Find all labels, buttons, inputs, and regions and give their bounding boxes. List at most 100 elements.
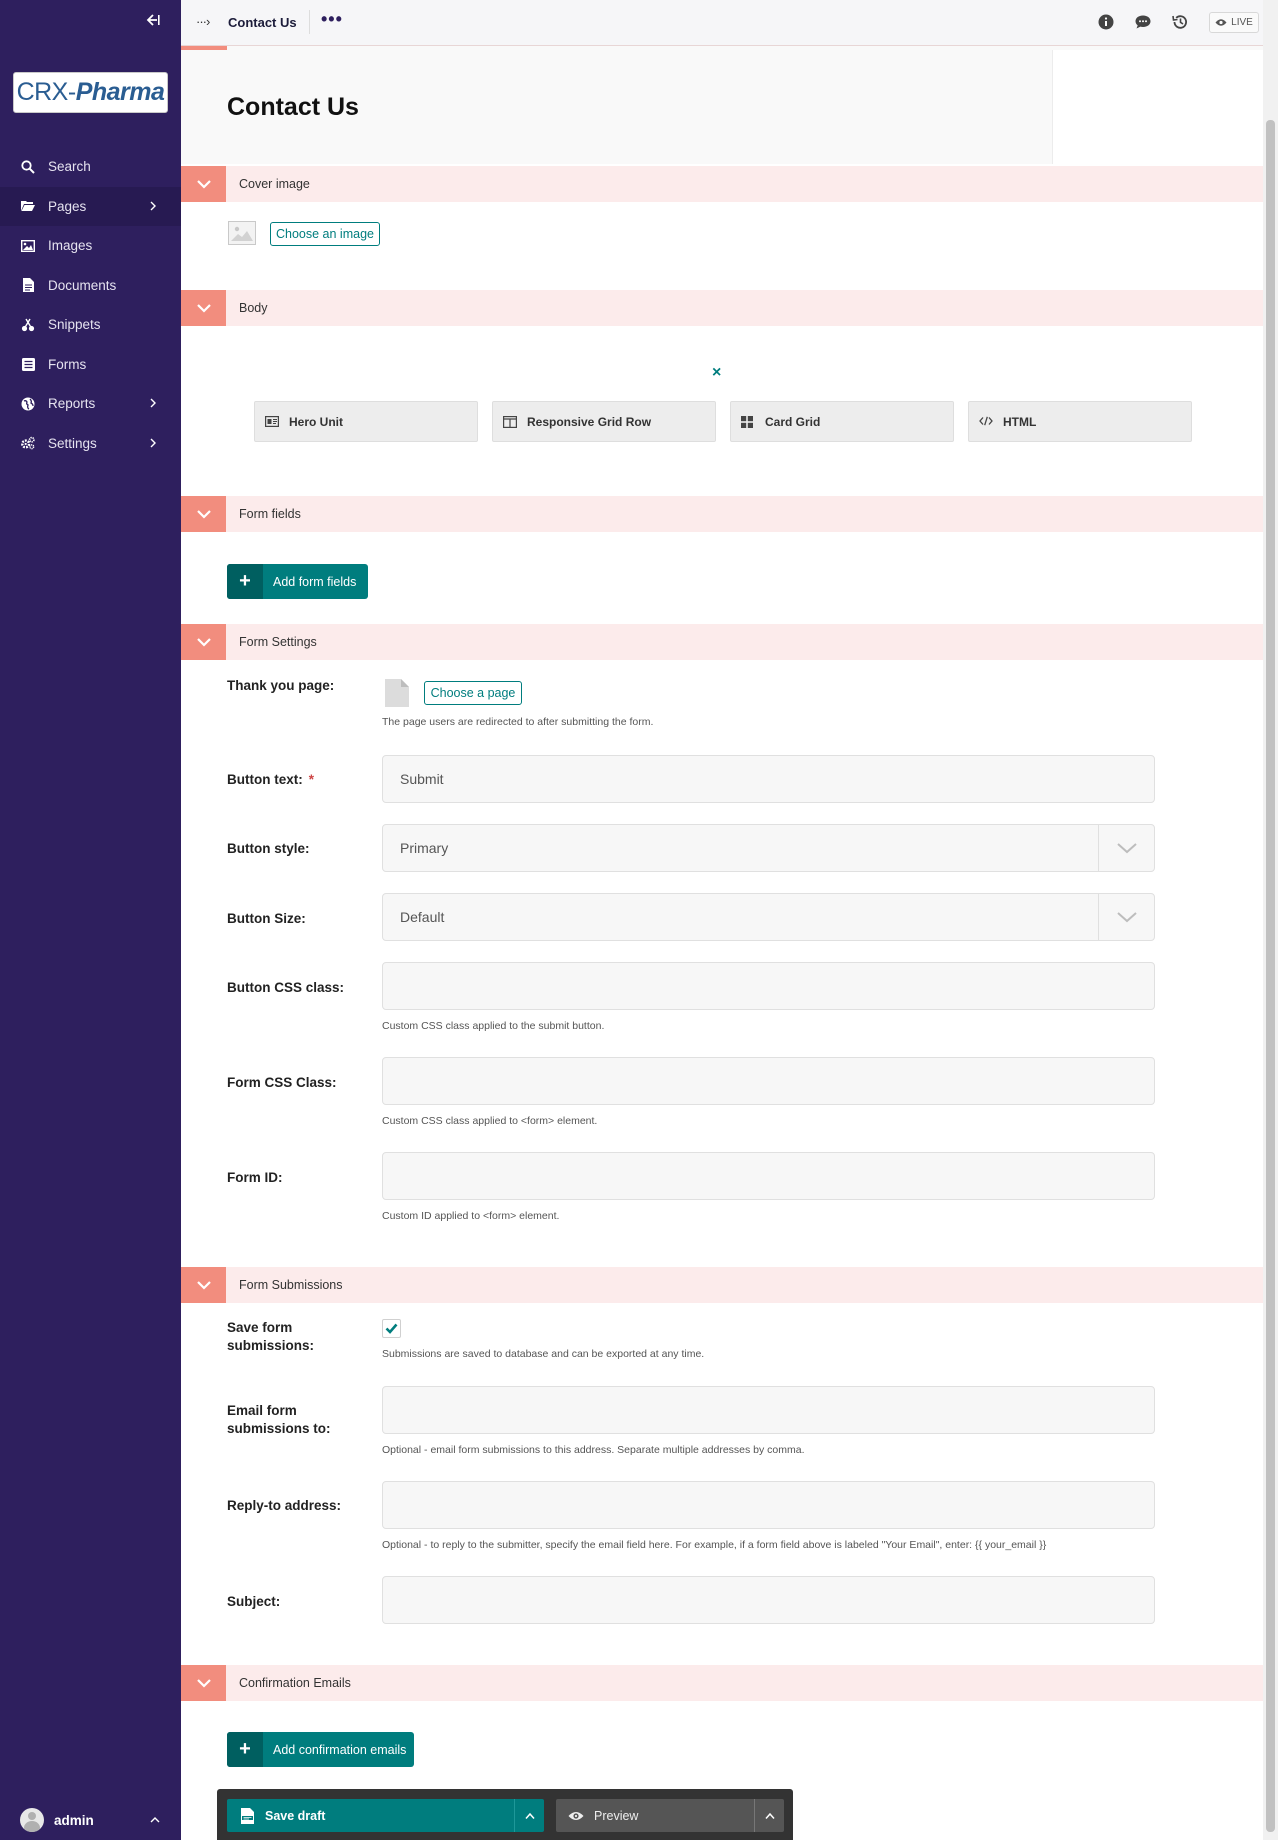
section-cover-image[interactable]: Cover image — [181, 166, 1263, 202]
save-submissions-label: Save form submissions: — [227, 1320, 315, 1353]
button-css-help-text: Custom CSS class applied to the submit b… — [382, 1020, 605, 1032]
more-actions-icon[interactable]: ••• — [321, 9, 343, 30]
plus-icon: + — [227, 1732, 263, 1767]
main-nav: Search Pages Images Documents Snippets F… — [0, 147, 181, 463]
add-block-hero-unit[interactable]: Hero Unit — [254, 401, 478, 442]
choose-image-button[interactable]: Choose an image — [270, 222, 380, 246]
add-block-html[interactable]: HTML — [968, 401, 1192, 442]
section-title: Form fields — [239, 507, 301, 521]
section-body[interactable]: Body — [181, 290, 1263, 326]
folder-open-icon — [21, 199, 35, 213]
section-form-fields[interactable]: Form fields — [181, 496, 1263, 532]
cogs-icon — [21, 436, 35, 450]
form-css-class-input[interactable] — [382, 1057, 1155, 1105]
save-submissions-help-text: Submissions are saved to database and ca… — [382, 1348, 705, 1360]
button-size-label: Button Size: — [227, 911, 306, 926]
choose-page-button[interactable]: Choose a page — [424, 681, 522, 705]
subject-input[interactable] — [382, 1576, 1155, 1624]
info-icon[interactable] — [1097, 13, 1115, 31]
sidebar-item-forms[interactable]: Forms — [0, 345, 181, 385]
title-side-panel — [1052, 50, 1263, 164]
image-placeholder-icon — [228, 221, 256, 245]
logo[interactable]: CRX-Pharma — [13, 72, 168, 113]
sidebar-item-documents[interactable]: Documents — [0, 266, 181, 306]
button-label: Add form fields — [273, 574, 357, 589]
action-bar: Save draft Preview — [217, 1789, 793, 1840]
snippet-icon — [21, 318, 35, 332]
save-draft-button[interactable]: Save draft — [227, 1799, 544, 1832]
section-confirmation-emails[interactable]: Confirmation Emails — [181, 1665, 1263, 1701]
button-style-label: Button style: — [227, 841, 310, 856]
sidebar-item-images[interactable]: Images — [0, 226, 181, 266]
add-block-responsive-grid-row[interactable]: Responsive Grid Row — [492, 401, 716, 442]
save-submissions-checkbox[interactable] — [382, 1319, 401, 1338]
reply-to-help-text: Optional - to reply to the submitter, sp… — [382, 1539, 1047, 1551]
sidebar-item-reports[interactable]: Reports — [0, 384, 181, 424]
title-accent-strip — [181, 46, 227, 50]
button-css-class-label: Button CSS class: — [227, 980, 345, 995]
section-title: Body — [239, 301, 268, 315]
history-icon[interactable] — [1171, 13, 1189, 31]
chevron-down-icon[interactable] — [181, 1665, 226, 1701]
button-css-class-input[interactable] — [382, 962, 1155, 1010]
chevron-down-icon[interactable] — [181, 1267, 226, 1303]
email-submissions-input[interactable] — [382, 1386, 1155, 1434]
thank-you-page-label: Thank you page: — [227, 678, 335, 693]
button-size-select[interactable]: Default — [382, 893, 1155, 941]
eye-icon — [1215, 19, 1227, 26]
add-block-card-grid[interactable]: Card Grid — [730, 401, 954, 442]
add-form-fields-button[interactable]: + Add form fields — [227, 564, 368, 599]
user-name: admin — [54, 1812, 94, 1828]
chevron-down-icon[interactable] — [181, 624, 226, 660]
form-id-input[interactable] — [382, 1152, 1155, 1200]
button-text-input[interactable]: Submit — [382, 755, 1155, 803]
breadcrumb-expand-icon[interactable]: ···› — [196, 14, 210, 29]
section-form-submissions[interactable]: Form Submissions — [181, 1267, 1263, 1303]
account-menu[interactable]: admin — [0, 1800, 181, 1840]
live-status-badge[interactable]: LIVE — [1209, 12, 1259, 33]
button-text-label: Button text: * — [227, 772, 314, 787]
collapse-sidebar-icon[interactable] — [142, 12, 162, 32]
close-icon[interactable]: × — [712, 364, 721, 382]
button-label: Add confirmation emails — [273, 1742, 407, 1757]
sidebar-item-label: Settings — [48, 435, 97, 451]
sidebar-item-pages[interactable]: Pages — [0, 186, 181, 226]
top-header: ···› Contact Us ••• LIVE — [181, 0, 1263, 46]
chevron-up-icon[interactable] — [754, 1799, 784, 1832]
search-icon — [21, 160, 35, 174]
divider — [309, 10, 310, 34]
chevron-right-icon — [150, 398, 156, 408]
breadcrumb-current-page: Contact Us — [228, 15, 297, 30]
form-id-help-text: Custom ID applied to <form> element. — [382, 1210, 560, 1222]
block-label: Responsive Grid Row — [527, 414, 652, 429]
chevron-down-icon[interactable] — [1098, 894, 1154, 940]
sidebar: CRX-Pharma Search Pages Images Documents… — [0, 0, 181, 1840]
chevron-down-icon[interactable] — [1098, 825, 1154, 871]
block-label: Hero Unit — [289, 414, 343, 429]
sidebar-item-settings[interactable]: Settings — [0, 424, 181, 464]
form-css-help-text: Custom CSS class applied to <form> eleme… — [382, 1115, 598, 1127]
sidebar-item-search[interactable]: Search — [0, 147, 181, 187]
selected-value: Primary — [400, 840, 449, 856]
chevron-down-icon[interactable] — [181, 166, 226, 202]
section-form-settings[interactable]: Form Settings — [181, 624, 1263, 660]
section-title: Confirmation Emails — [239, 1676, 351, 1690]
page-title[interactable]: Contact Us — [227, 93, 359, 122]
add-confirmation-emails-button[interactable]: + Add confirmation emails — [227, 1732, 414, 1767]
chevron-right-icon — [150, 438, 156, 447]
sidebar-item-label: Snippets — [48, 317, 101, 333]
document-icon — [21, 278, 35, 293]
reply-to-input[interactable] — [382, 1481, 1155, 1529]
chevron-up-icon[interactable] — [514, 1799, 544, 1832]
image-icon — [21, 239, 35, 253]
button-style-select[interactable]: Primary — [382, 824, 1155, 872]
comments-icon[interactable] — [1134, 13, 1152, 31]
sidebar-item-snippets[interactable]: Snippets — [0, 305, 181, 345]
columns-icon — [503, 415, 517, 428]
scrollbar-thumb[interactable] — [1266, 120, 1275, 1832]
grid-icon — [741, 415, 755, 428]
chevron-down-icon[interactable] — [181, 290, 226, 326]
chevron-down-icon[interactable] — [181, 496, 226, 532]
preview-button[interactable]: Preview — [556, 1799, 784, 1832]
sidebar-item-label: Reports — [48, 396, 96, 412]
